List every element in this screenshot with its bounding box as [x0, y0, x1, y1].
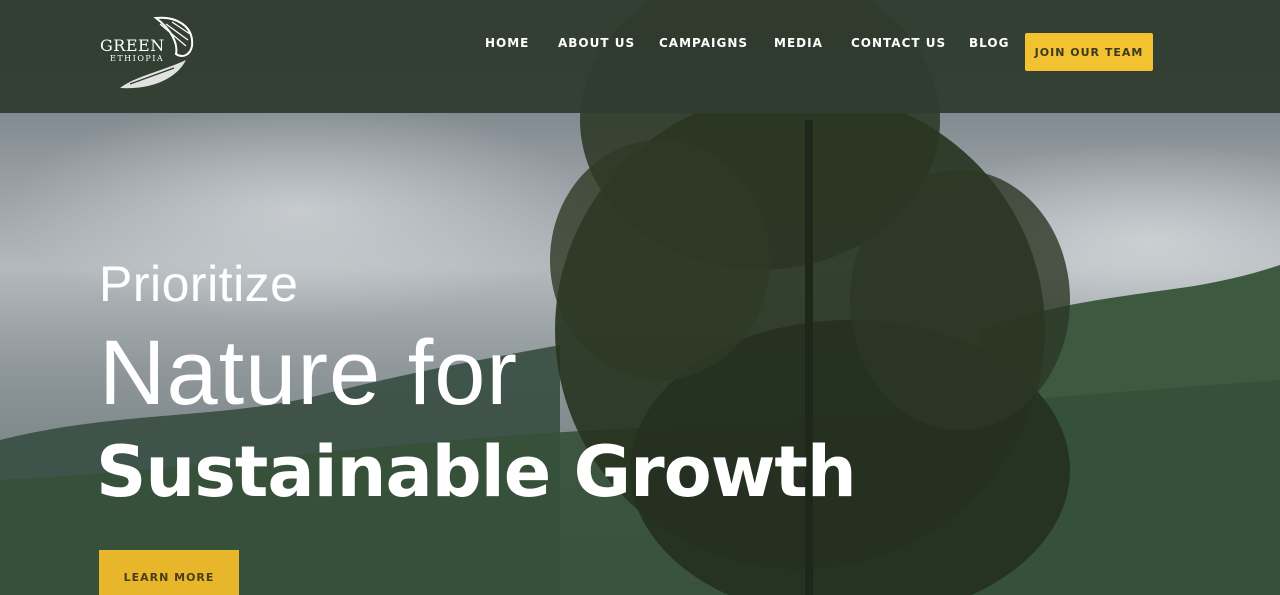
hero-headline-line-1: Prioritize — [99, 256, 299, 312]
hero-headline-line-3: Sustainable Growth — [96, 431, 857, 513]
brand-name: GREEN — [100, 36, 165, 55]
nav-item-media[interactable]: MEDIA — [774, 36, 823, 50]
join-our-team-button[interactable]: JOIN OUR TEAM — [1025, 33, 1153, 71]
nav-item-about-us[interactable]: ABOUT US — [558, 36, 635, 50]
nav-item-contact-us[interactable]: CONTACT US — [851, 36, 946, 50]
brand-subtitle: ETHIOPIA — [110, 54, 165, 63]
hero-headline-line-2: Nature for — [99, 322, 519, 424]
brand-logo[interactable]: GREEN ETHIOPIA — [98, 16, 198, 94]
nav-item-home[interactable]: HOME — [485, 36, 529, 50]
nav-item-campaigns[interactable]: CAMPAIGNS — [659, 36, 748, 50]
learn-more-button[interactable]: LEARN MORE — [99, 550, 239, 595]
nav-item-blog[interactable]: BLOG — [969, 36, 1009, 50]
top-navigation-bar: GREEN ETHIOPIA HOME ABOUT US CAMPAIGNS M… — [0, 0, 1280, 113]
